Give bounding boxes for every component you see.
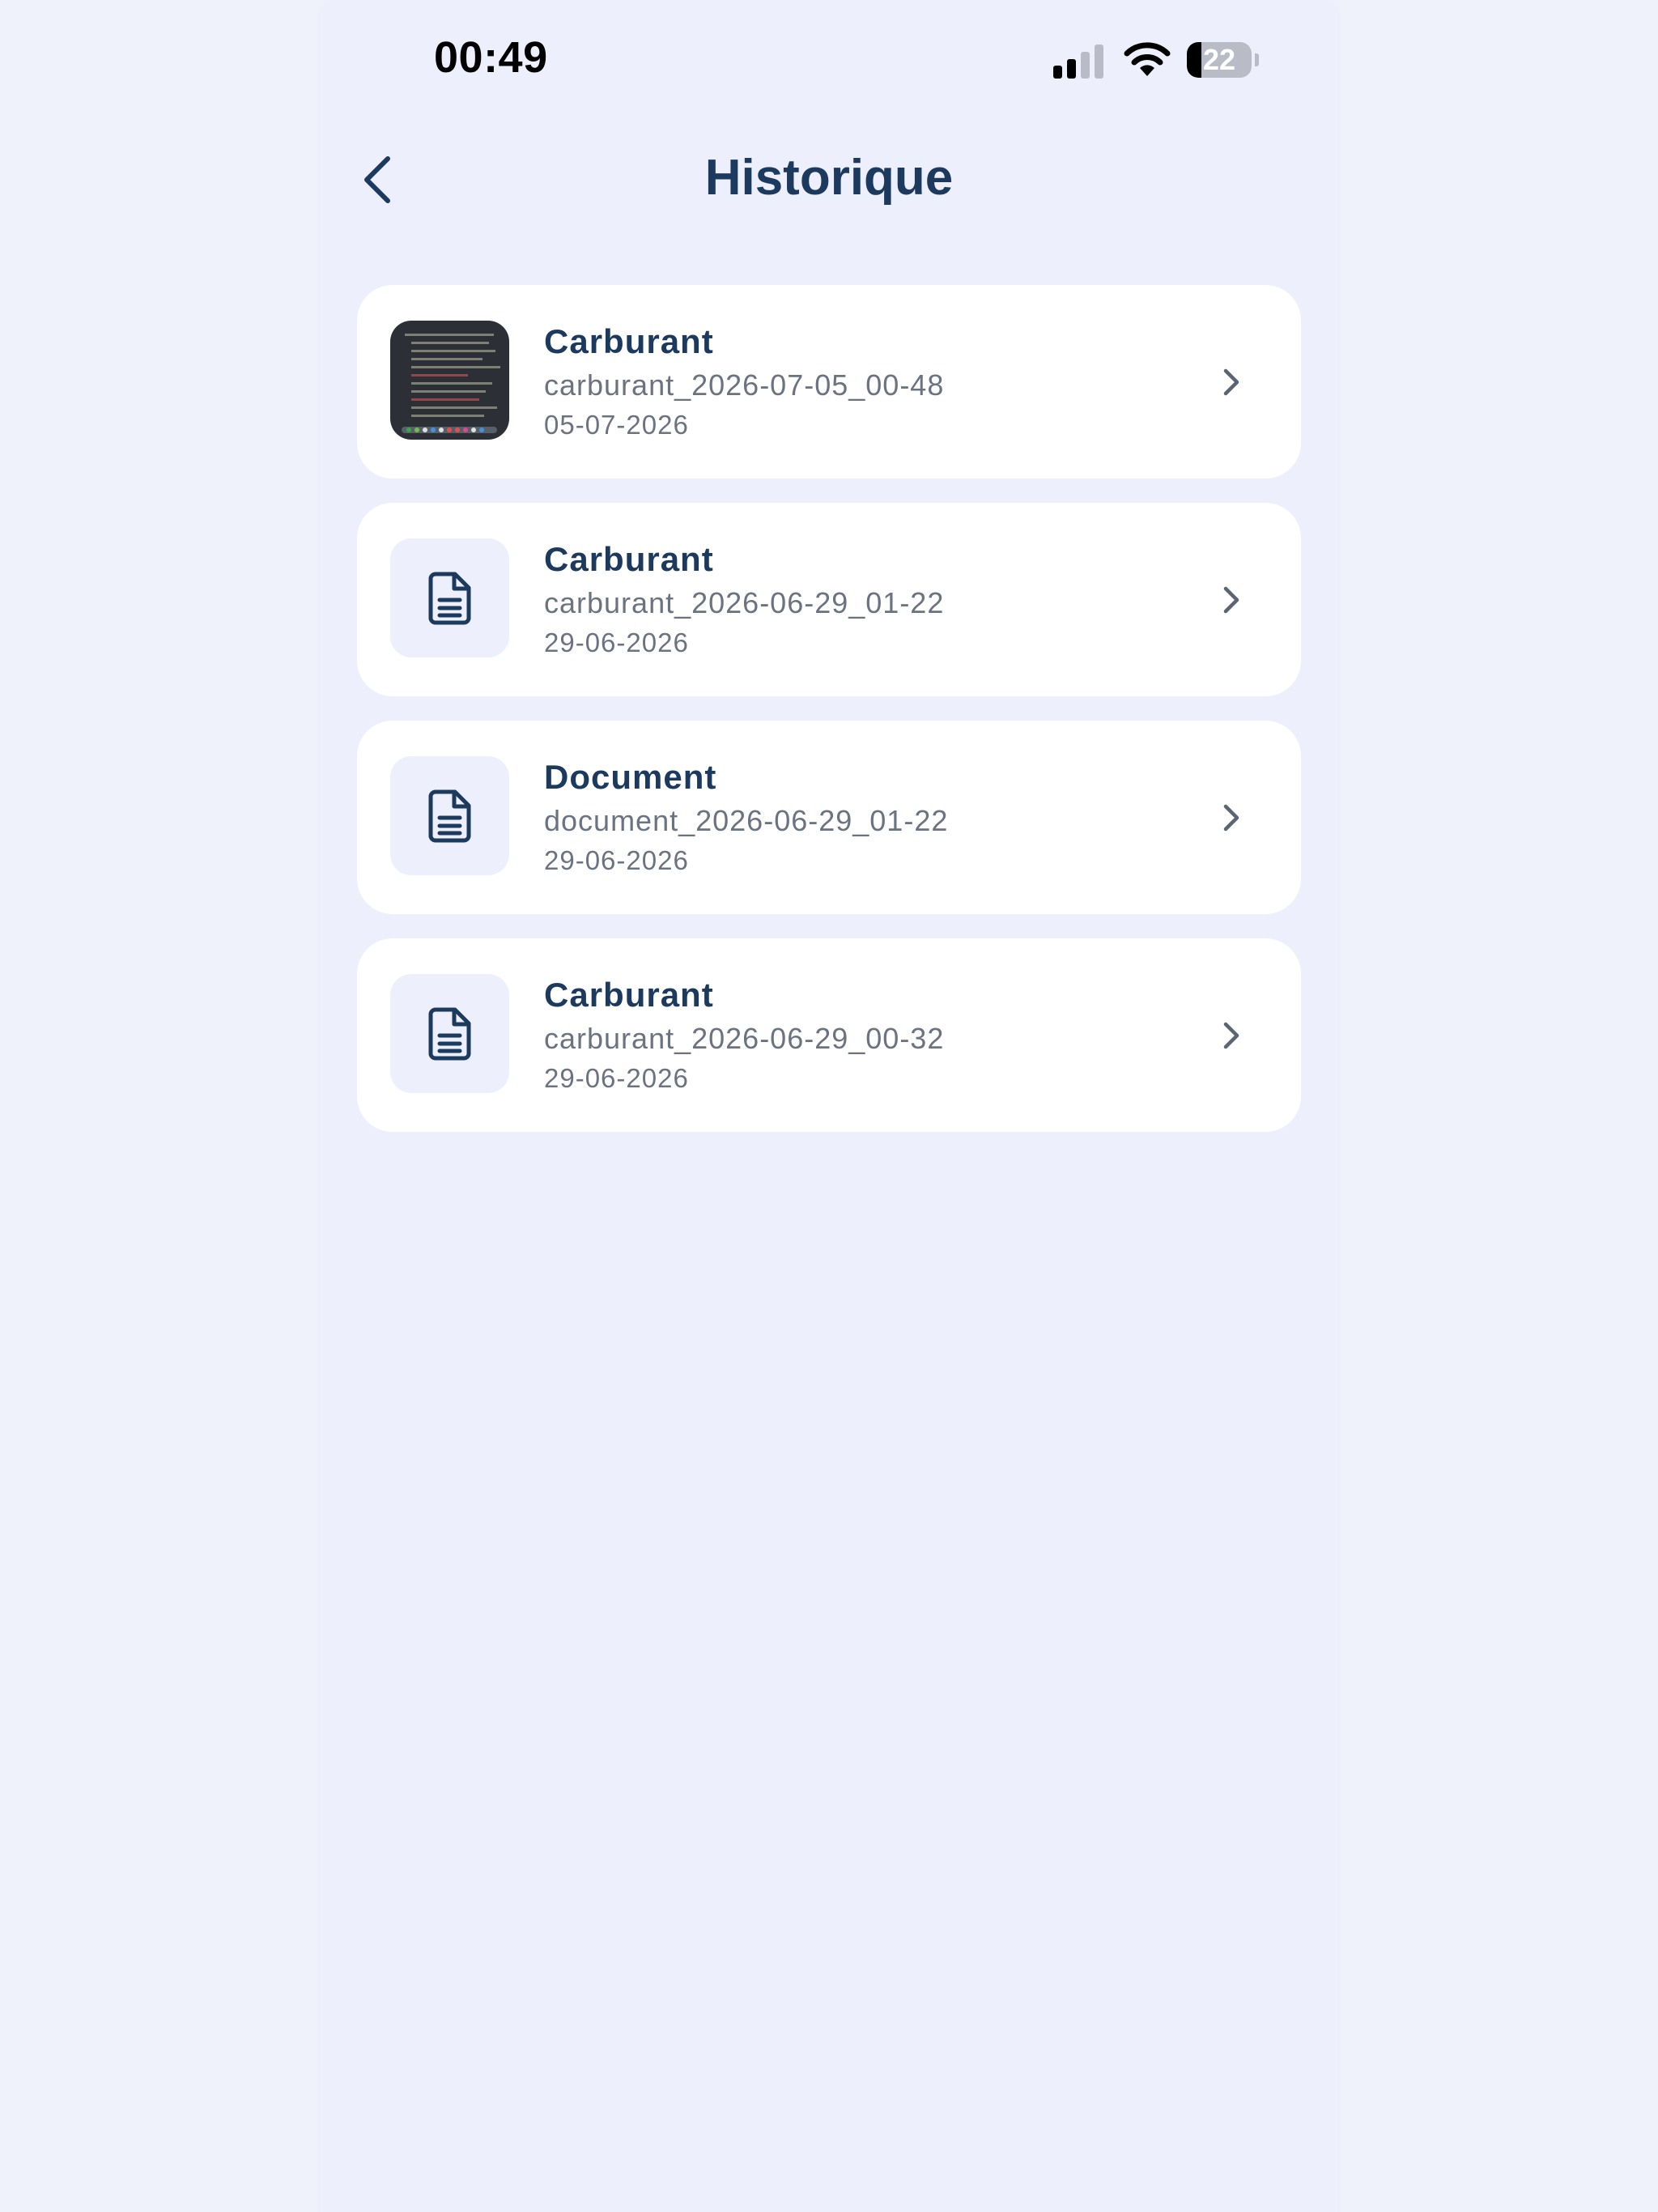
item-filename: carburant_2026-07-05_00-48 bbox=[544, 368, 945, 402]
chevron-right-icon bbox=[1223, 368, 1239, 396]
document-icon bbox=[428, 1007, 471, 1061]
chevron-right-icon bbox=[1223, 1022, 1239, 1049]
photo-thumbnail bbox=[390, 321, 509, 440]
cellular-signal-icon bbox=[1053, 45, 1103, 79]
item-title: Carburant bbox=[544, 976, 714, 1014]
status-time: 00:49 bbox=[434, 33, 548, 82]
document-icon bbox=[428, 789, 471, 843]
battery-level: 22 bbox=[1202, 43, 1236, 76]
history-item[interactable]: Carburant carburant_2026-06-29_01-22 29-… bbox=[357, 503, 1301, 696]
item-filename: document_2026-06-29_01-22 bbox=[544, 804, 949, 837]
document-icon bbox=[428, 572, 471, 625]
wifi-icon bbox=[1124, 42, 1171, 76]
battery-icon: 22 bbox=[1187, 42, 1260, 78]
app-screen: 00:49 22 Historique Carburant carburant_… bbox=[318, 0, 1340, 2212]
history-item[interactable]: Carburant carburant_2026-06-29_00-32 29-… bbox=[357, 938, 1301, 1132]
history-item[interactable]: Carburant carburant_2026-07-05_00-48 05-… bbox=[357, 285, 1301, 479]
document-thumbnail bbox=[390, 974, 509, 1093]
chevron-right-icon bbox=[1223, 804, 1239, 832]
page-title: Historique bbox=[704, 150, 954, 206]
item-title: Carburant bbox=[544, 540, 714, 578]
item-date: 29-06-2026 bbox=[544, 845, 689, 875]
item-filename: carburant_2026-06-29_00-32 bbox=[544, 1022, 945, 1055]
history-list: Carburant carburant_2026-07-05_00-48 05-… bbox=[357, 285, 1301, 1156]
item-title: Document bbox=[544, 758, 717, 796]
chevron-right-icon bbox=[1223, 586, 1239, 614]
document-thumbnail bbox=[390, 538, 509, 657]
item-filename: carburant_2026-06-29_01-22 bbox=[544, 586, 945, 619]
item-date: 29-06-2026 bbox=[544, 1063, 689, 1093]
document-thumbnail bbox=[390, 756, 509, 875]
item-date: 29-06-2026 bbox=[544, 627, 689, 657]
item-title: Carburant bbox=[544, 322, 714, 360]
history-item[interactable]: Document document_2026-06-29_01-22 29-06… bbox=[357, 721, 1301, 914]
item-date: 05-07-2026 bbox=[544, 410, 689, 440]
